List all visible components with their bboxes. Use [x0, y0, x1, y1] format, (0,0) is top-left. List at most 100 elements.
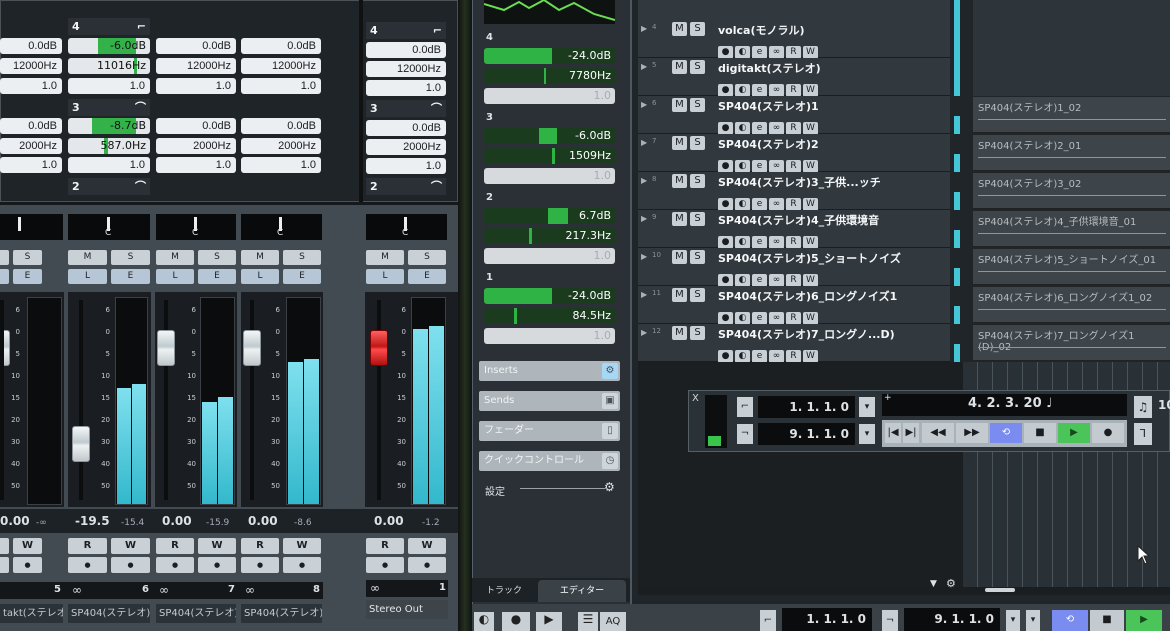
- eq-freq-field[interactable]: 2000Hz: [366, 139, 446, 155]
- eq-freq-field[interactable]: 12000Hz: [156, 58, 236, 74]
- eq-q-field[interactable]: 1.0: [0, 78, 62, 94]
- inspector-eq-freq[interactable]: 217.3Hz: [484, 228, 615, 244]
- left-locator-icon[interactable]: ⌐: [737, 397, 753, 417]
- eq-freq-field[interactable]: 2000Hz: [241, 138, 321, 154]
- play-button[interactable]: ▶: [1058, 423, 1090, 443]
- edit-button[interactable]: E: [283, 269, 321, 284]
- expand-icon[interactable]: ▶: [641, 100, 647, 109]
- channel-name[interactable]: takt(ステレオ): [0, 604, 63, 623]
- write-button[interactable]: W: [111, 538, 150, 554]
- track-row[interactable]: ▶ 6 M S SP404(ステレオ)1 ● ◐ e ∞ R W: [638, 96, 950, 135]
- locator-stepper[interactable]: ▾: [859, 397, 875, 417]
- inspector-eq-q[interactable]: 1.0: [484, 88, 615, 104]
- inspector-eq-freq[interactable]: 84.5Hz: [484, 308, 615, 324]
- write-button[interactable]: W: [408, 538, 446, 554]
- rewind-button[interactable]: ◀◀: [922, 423, 954, 443]
- chevron-down-icon[interactable]: ▼: [930, 579, 937, 589]
- read-button[interactable]: R: [156, 538, 194, 554]
- right-locator-icon[interactable]: ¬: [882, 610, 898, 631]
- left-locator-icon[interactable]: ⌐: [760, 610, 776, 631]
- dot-button[interactable]: ●: [68, 557, 107, 573]
- status-icon-2[interactable]: ●: [502, 612, 530, 631]
- volume-readout[interactable]: 0.00: [0, 514, 30, 528]
- track-name[interactable]: digitakt(ステレオ): [718, 60, 821, 76]
- track-mute-button[interactable]: M: [672, 288, 687, 302]
- eq-gain-field[interactable]: -8.7dB: [68, 118, 150, 134]
- inspector-eq-q[interactable]: 1.0: [484, 168, 615, 184]
- expand-icon[interactable]: ▶: [641, 62, 647, 71]
- expand-icon[interactable]: ▶: [641, 24, 647, 33]
- track-solo-button[interactable]: S: [690, 212, 705, 226]
- dot-button[interactable]: ●: [198, 557, 236, 573]
- read-button[interactable]: R: [68, 538, 107, 554]
- dot-button[interactable]: ●: [366, 557, 404, 573]
- expand-icon[interactable]: ▶: [641, 290, 647, 299]
- dot-button[interactable]: ●: [408, 557, 446, 573]
- pan-display[interactable]: C: [156, 214, 236, 240]
- eq-gain-field[interactable]: 0.0dB: [0, 38, 62, 54]
- fader-cap[interactable]: [157, 330, 175, 366]
- tab-editor[interactable]: エディター: [538, 580, 626, 602]
- track-mute-button[interactable]: M: [672, 212, 687, 226]
- eq-q-field[interactable]: 1.0: [68, 157, 150, 173]
- audio-clip[interactable]: SP404(ステレオ)3_02: [973, 173, 1170, 209]
- inspector-eq-gain[interactable]: 6.7dB: [484, 208, 615, 224]
- hscroll-thumb[interactable]: [985, 588, 1015, 592]
- listen-button[interactable]: L: [68, 269, 107, 284]
- track-row[interactable]: ▶ 10 M S SP404(ステレオ)5_ショートノイズ ● ◐ e ∞ R W: [638, 248, 950, 287]
- mute-button[interactable]: M: [68, 250, 107, 265]
- plus-icon[interactable]: +: [884, 393, 892, 403]
- channel-name[interactable]: SP404(ステレオ)1: [68, 604, 150, 623]
- inspector-eq-q[interactable]: 1.0: [484, 248, 615, 264]
- write-button[interactable]: W: [198, 538, 236, 554]
- track-solo-button[interactable]: S: [690, 98, 705, 112]
- eq-freq-field[interactable]: 12000Hz: [0, 58, 62, 74]
- stop-button[interactable]: ■: [1024, 423, 1056, 443]
- eq-q-field[interactable]: 1.0: [0, 157, 62, 173]
- eq-freq-field[interactable]: 12000Hz: [241, 58, 321, 74]
- expand-icon[interactable]: ▶: [641, 328, 647, 337]
- edit-button[interactable]: E: [408, 269, 446, 284]
- track-solo-button[interactable]: S: [690, 22, 705, 36]
- bottom-left-locator[interactable]: 1. 1. 1. 0: [782, 608, 872, 631]
- go-to-start-button[interactable]: |◀: [885, 423, 901, 443]
- eq-gain-field[interactable]: -6.0dB: [68, 38, 150, 54]
- eq-gain-field[interactable]: 0.0dB: [0, 118, 62, 134]
- track-row[interactable]: ▶ 5 M S digitakt(ステレオ) ● ◐ e ∞ R W: [638, 58, 950, 97]
- locator-stepper[interactable]: ▾: [1026, 610, 1040, 631]
- right-locator-icon[interactable]: ¬: [737, 424, 753, 444]
- bottom-right-locator[interactable]: 9. 1. 1. 0: [904, 608, 1000, 631]
- dot-button[interactable]: ●: [0, 557, 9, 573]
- tempo-value[interactable]: 10: [1158, 398, 1170, 412]
- forward-button[interactable]: ▶▶: [956, 423, 988, 443]
- track-name[interactable]: volca(モノラル): [718, 22, 805, 38]
- pan-display[interactable]: C: [366, 214, 447, 240]
- listen-button[interactable]: L: [156, 269, 194, 284]
- eq-q-field[interactable]: 1.0: [241, 78, 321, 94]
- track-solo-button[interactable]: S: [690, 136, 705, 150]
- volume-readout[interactable]: 0.00: [248, 514, 278, 528]
- track-name[interactable]: SP404(ステレオ)1: [718, 98, 819, 114]
- audio-clip[interactable]: SP404(ステレオ)5_ショートノイズ_01: [973, 249, 1170, 285]
- track-row[interactable]: ▶ 9 M S SP404(ステレオ)4_子供環境音 ● ◐ e ∞ R W: [638, 210, 950, 249]
- track-name[interactable]: SP404(ステレオ)5_ショートノイズ: [718, 250, 901, 266]
- locator-stepper[interactable]: ▾: [1006, 610, 1020, 631]
- cycle-button[interactable]: ⟲: [990, 423, 1022, 443]
- inspector-eq-freq[interactable]: 7780Hz: [484, 68, 615, 84]
- eq-gain-field[interactable]: 0.0dB: [156, 38, 236, 54]
- cycle-button[interactable]: ⟲: [1052, 610, 1088, 631]
- inspector-eq-freq[interactable]: 1509Hz: [484, 148, 615, 164]
- listen-button[interactable]: L: [0, 269, 9, 284]
- fader-cap[interactable]: [243, 330, 261, 366]
- settings-slider[interactable]: [520, 488, 605, 489]
- expand-icon[interactable]: ▶: [641, 138, 647, 147]
- fader-cap[interactable]: [72, 426, 90, 462]
- inspector-eq-gain[interactable]: -24.0dB: [484, 288, 615, 304]
- track-solo-button[interactable]: S: [690, 174, 705, 188]
- track-row[interactable]: ▶ 12 M S SP404(ステレオ)7_ロングノ...D) ● ◐ e ∞ R W: [638, 324, 950, 363]
- close-icon[interactable]: X: [692, 393, 699, 404]
- pan-display[interactable]: C: [241, 214, 322, 240]
- status-icon-4[interactable]: ☰: [578, 612, 598, 631]
- eq-freq-field[interactable]: 2000Hz: [0, 138, 62, 154]
- solo-button[interactable]: S: [111, 250, 150, 265]
